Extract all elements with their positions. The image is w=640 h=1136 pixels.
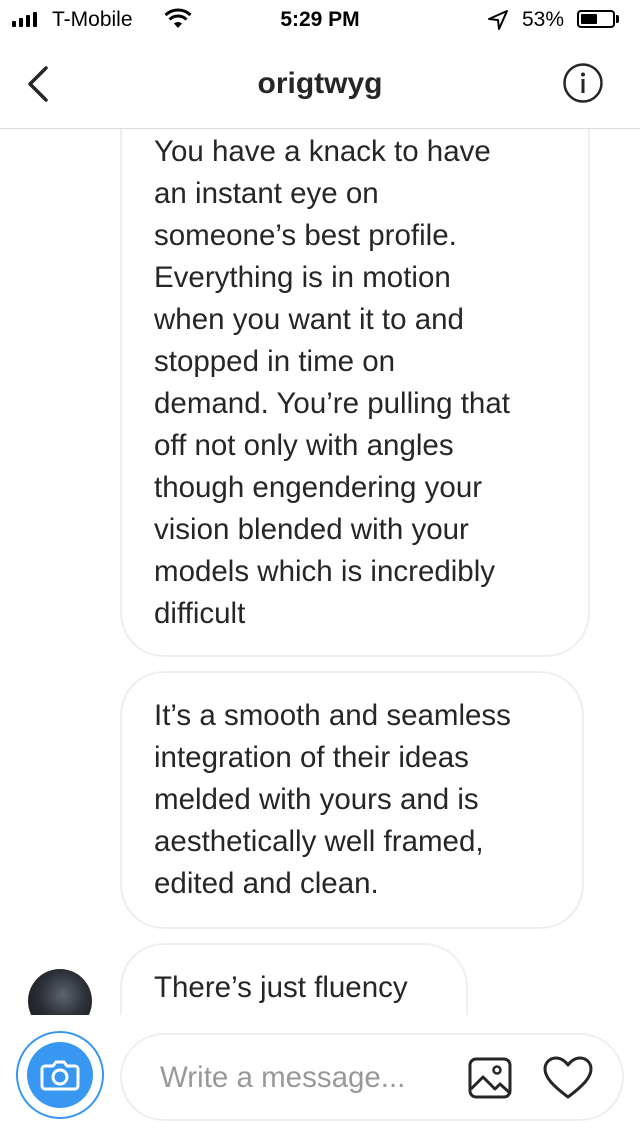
battery-icon (577, 10, 615, 28)
camera-button[interactable] (16, 1031, 104, 1119)
info-icon[interactable] (562, 62, 604, 104)
avatar[interactable] (28, 969, 92, 1015)
battery-tip (616, 15, 619, 23)
message-field (120, 1033, 624, 1121)
message-bubble[interactable]: There’s just fluency (120, 943, 468, 1015)
gallery-icon[interactable] (467, 1055, 513, 1101)
camera-icon (27, 1042, 93, 1108)
thread-header: origtwyg (0, 40, 640, 129)
thread-title[interactable]: origtwyg (0, 67, 640, 101)
message-list[interactable]: You have a knack to have an instant eye … (0, 129, 640, 1015)
heart-icon[interactable] (542, 1055, 594, 1101)
location-arrow-icon (488, 10, 508, 30)
message-bubble[interactable]: It’s a smooth and seamless integration o… (120, 671, 584, 929)
message-composer (0, 1015, 640, 1136)
status-bar: T-Mobile 5:29 PM 53% (0, 0, 640, 40)
message-bubble[interactable]: You have a knack to have an instant eye … (120, 129, 590, 657)
message-input[interactable] (158, 1055, 452, 1101)
battery-percent: 53% (522, 8, 565, 31)
